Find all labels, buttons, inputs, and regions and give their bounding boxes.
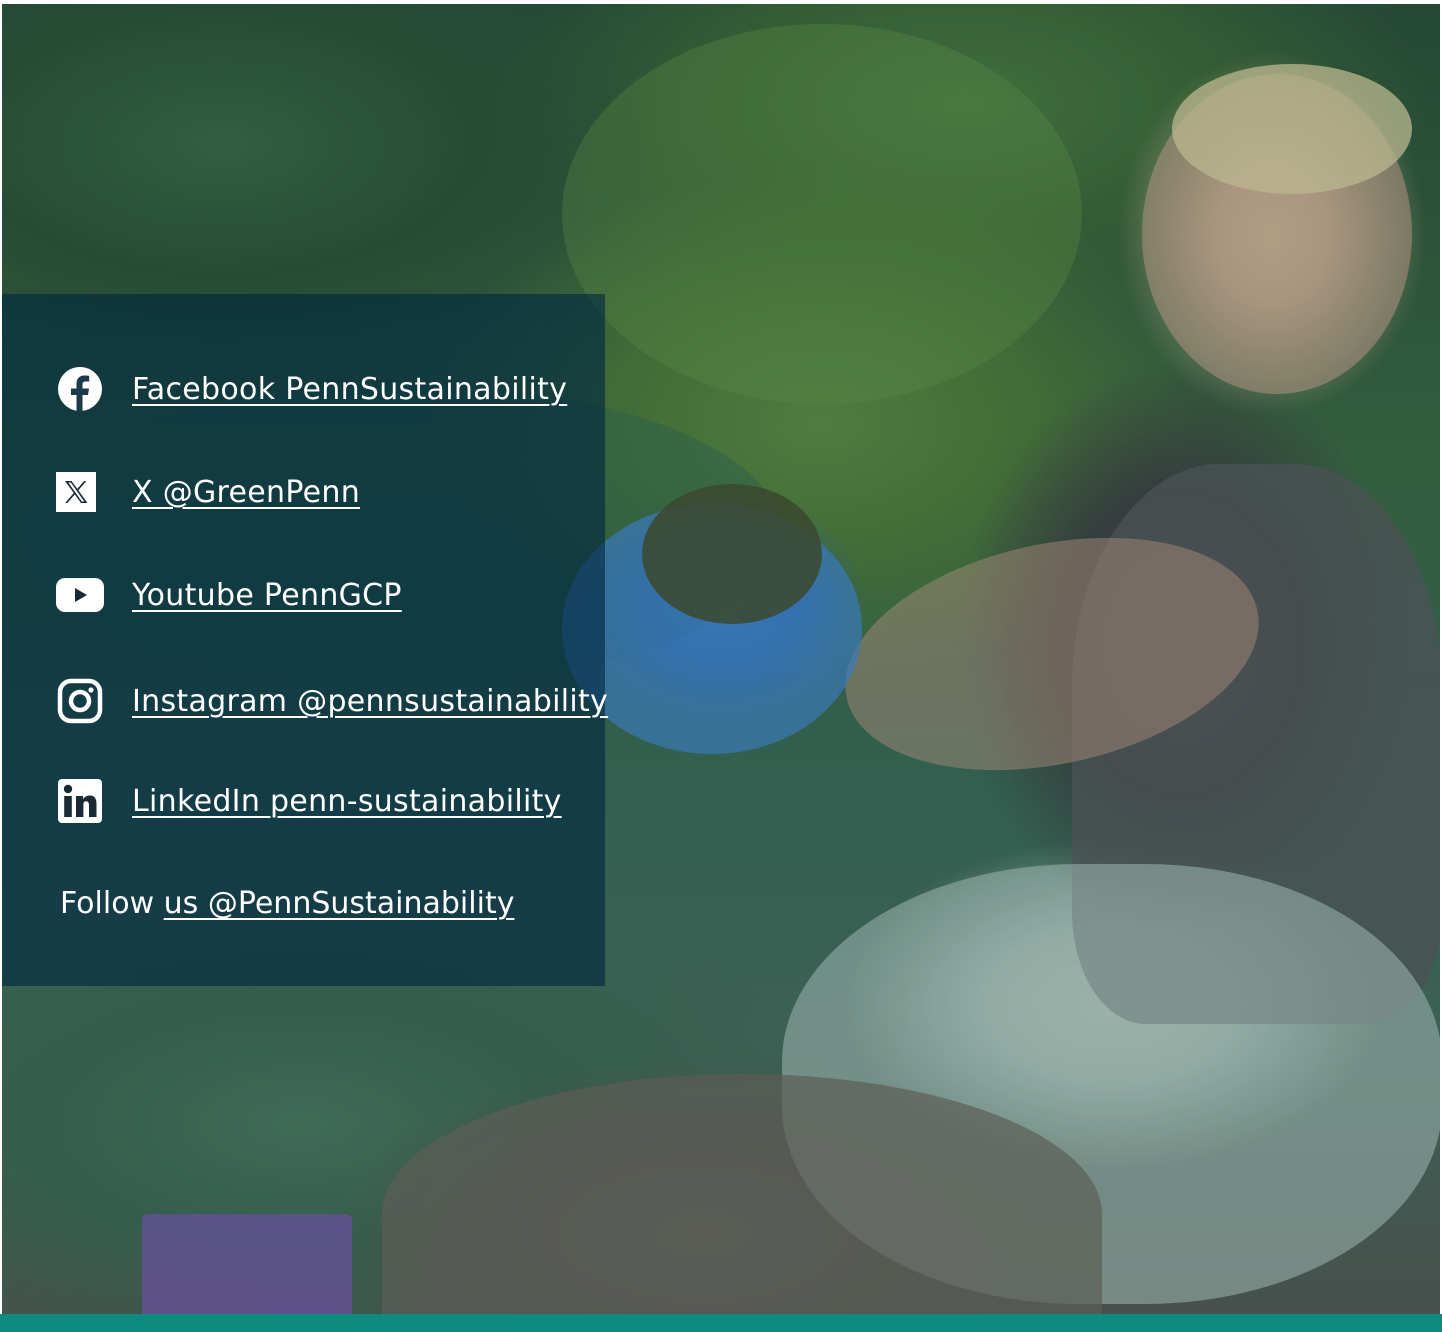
facebook-link[interactable]: Facebook PennSustainability <box>132 372 567 407</box>
instagram-icon <box>56 677 104 725</box>
youtube-icon <box>56 571 104 619</box>
social-item-facebook[interactable]: Facebook PennSustainability <box>56 364 567 414</box>
social-item-instagram[interactable]: Instagram @pennsustainability <box>56 676 608 726</box>
follow-line: Follow us @PennSustainability <box>60 886 514 921</box>
youtube-link[interactable]: Youtube PennGCP <box>132 578 402 613</box>
follow-prefix: Follow <box>60 886 164 921</box>
social-item-x[interactable]: X @GreenPenn <box>56 467 360 517</box>
linkedin-link[interactable]: LinkedIn penn-sustainability <box>132 784 562 819</box>
footer-accent-bar <box>0 1314 1442 1332</box>
x-icon <box>56 468 104 516</box>
follow-link[interactable]: us @PennSustainability <box>164 886 515 921</box>
linkedin-icon <box>56 777 104 825</box>
instagram-link[interactable]: Instagram @pennsustainability <box>132 684 608 719</box>
social-item-linkedin[interactable]: LinkedIn penn-sustainability <box>56 776 562 826</box>
social-item-youtube[interactable]: Youtube PennGCP <box>56 570 402 620</box>
social-section: Facebook PennSustainability X @GreenPenn… <box>0 0 1442 1332</box>
facebook-icon <box>56 365 104 413</box>
x-link[interactable]: X @GreenPenn <box>132 475 360 510</box>
